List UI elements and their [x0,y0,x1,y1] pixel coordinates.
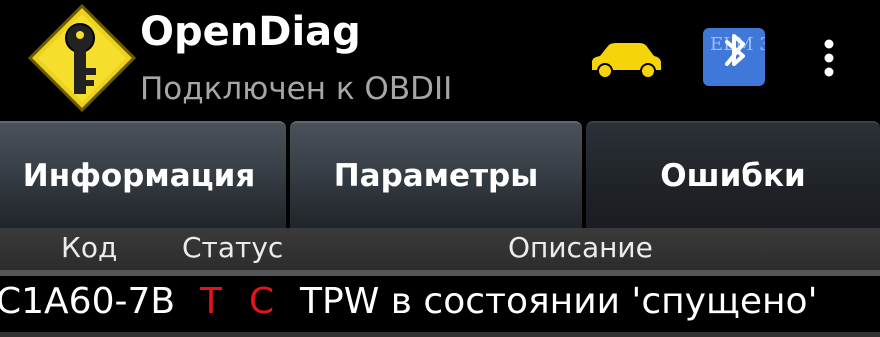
bluetooth-icon[interactable]: ELM 327 [703,28,765,86]
tab-parameters[interactable]: Параметры [290,121,582,228]
overflow-menu-icon[interactable] [812,38,846,80]
tab-errors[interactable]: Ошибки [586,121,880,228]
header-code: Код [61,231,118,264]
connection-status: Подключен к OBDII [140,71,453,107]
app-title: OpenDiag [140,9,361,55]
header-description: Описание [508,231,653,264]
error-description: TPW в состоянии 'спущено' [300,281,818,322]
key-diamond-icon[interactable] [26,2,138,114]
row-divider [0,332,880,337]
tab-info[interactable]: Информация [0,121,286,228]
tab-bar: Информация Параметры Ошибки [0,121,880,228]
app-bar: OpenDiag Подключен к OBDII ELM 327 [0,0,880,120]
error-code: C1A60-7B [0,281,176,322]
car-icon[interactable] [588,40,664,80]
table-header: Код Статус Описание [0,228,880,270]
table-row[interactable]: C1A60-7B T C TPW в состоянии 'спущено' [0,276,880,332]
status-flag: T [200,281,222,322]
status-flag: C [249,281,275,322]
header-status: Статус [182,231,284,264]
